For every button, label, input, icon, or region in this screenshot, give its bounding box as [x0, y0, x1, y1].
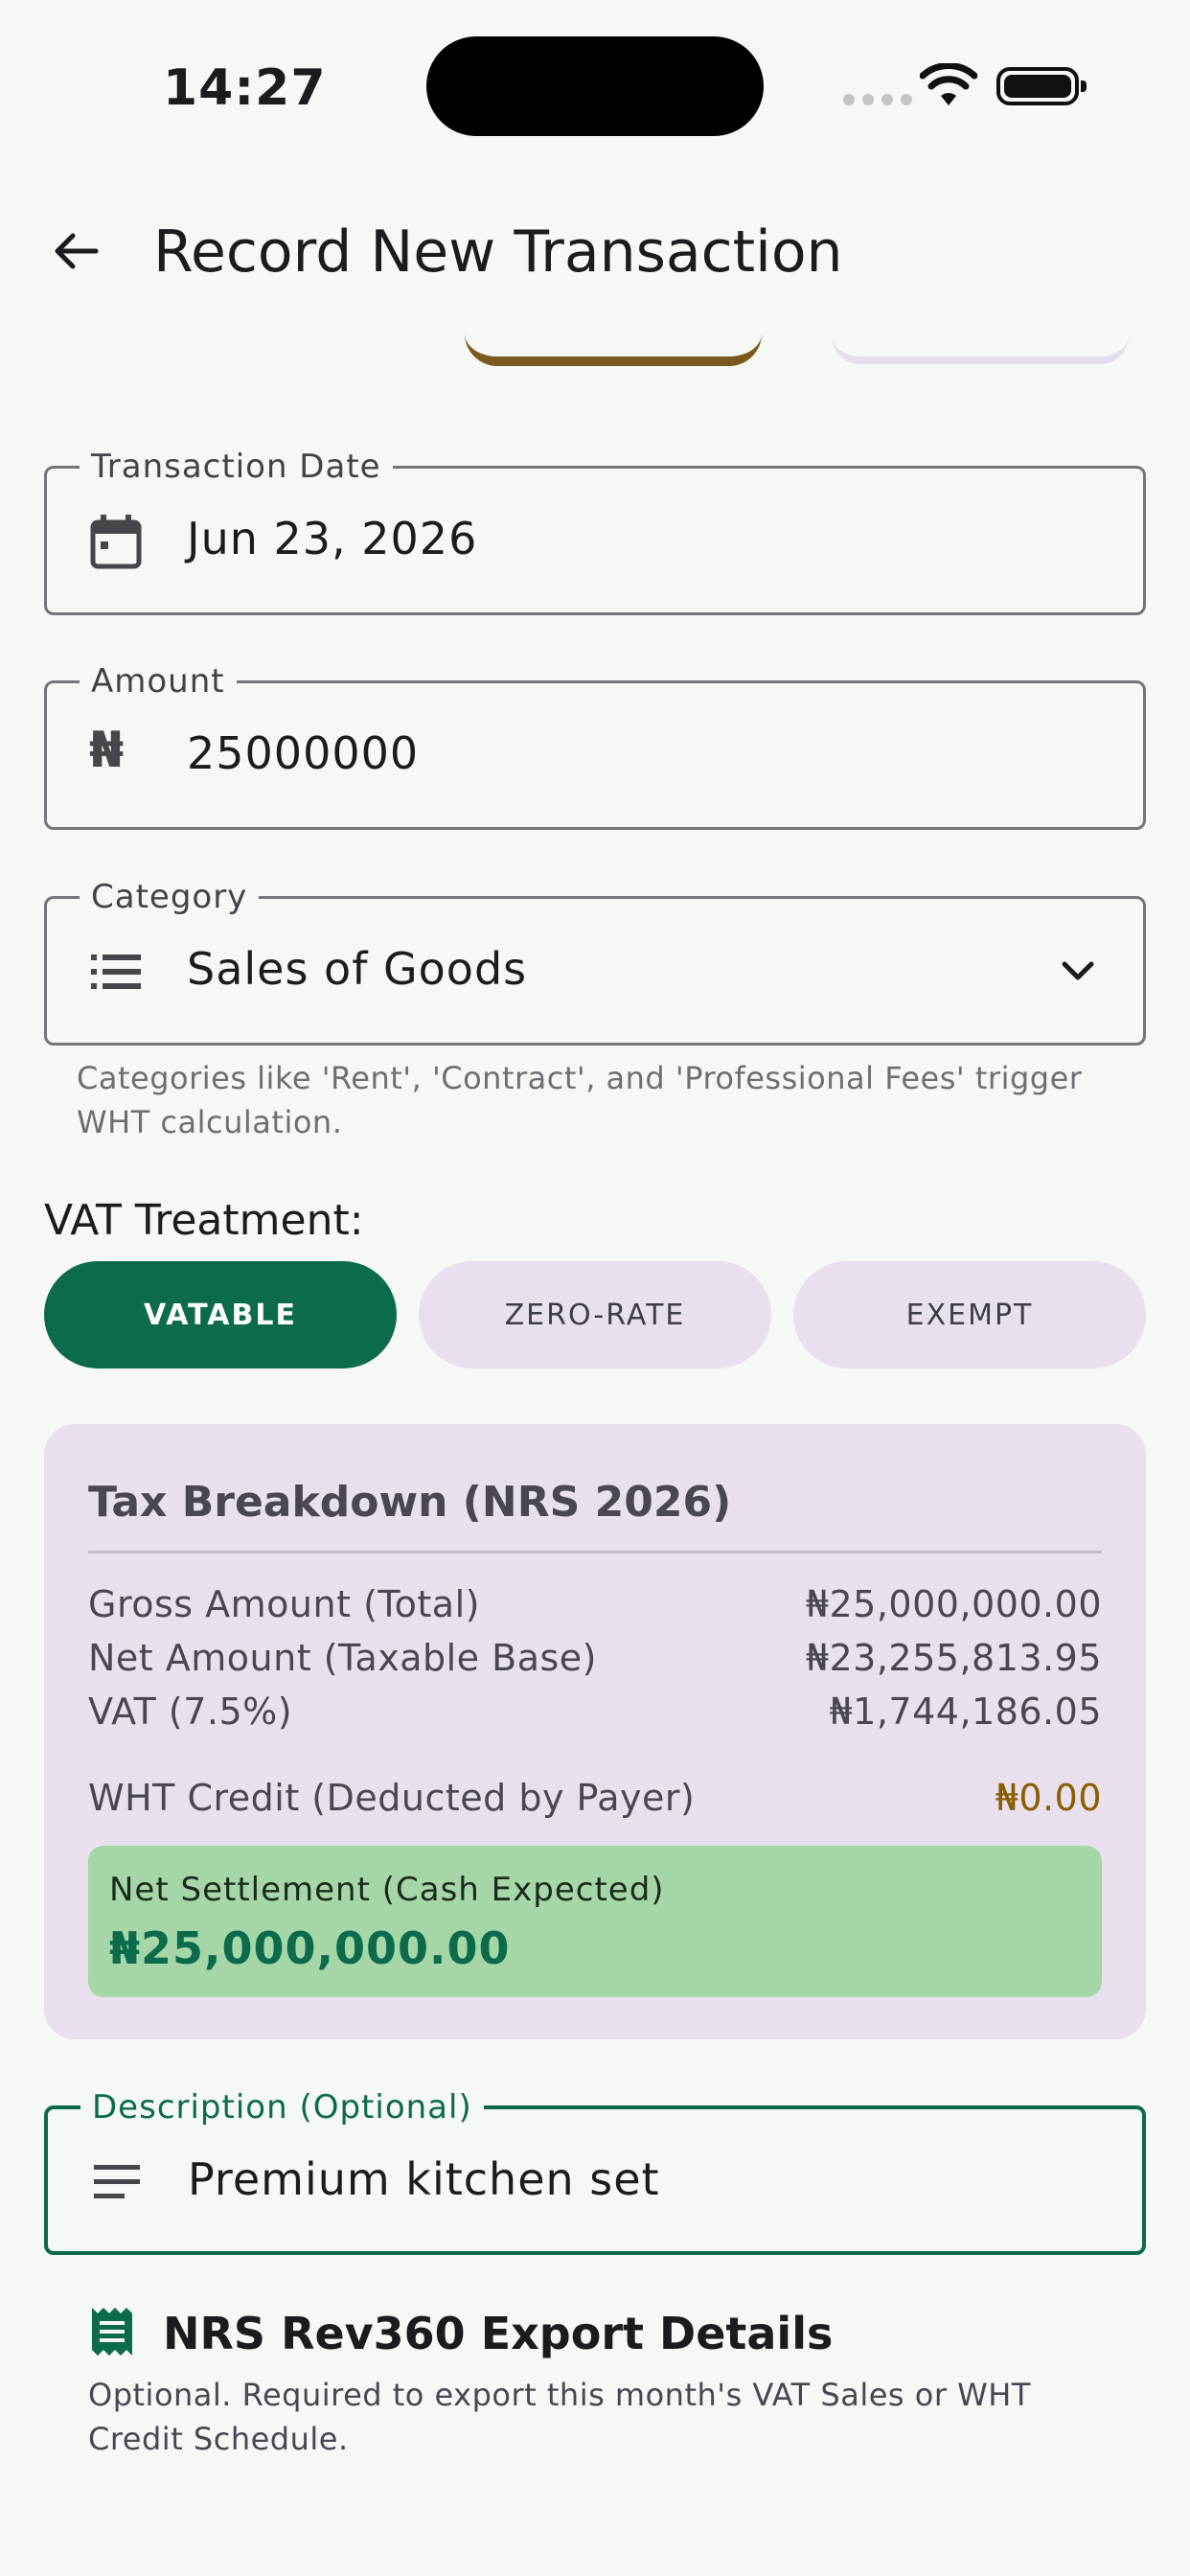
category-helper-text: Categories like 'Rent', 'Contract', and … [77, 1060, 1083, 1140]
tax-row-net: Net Amount (Taxable Base) ₦23,255,813.95 [88, 1637, 1102, 1679]
amount-label: Amount [80, 662, 237, 701]
list-icon [91, 954, 141, 989]
scrolled-toggle-peek [832, 335, 1129, 364]
tax-row-vat: VAT (7.5%) ₦1,744,186.05 [88, 1690, 1102, 1733]
tax-row-amount: ₦23,255,813.95 [805, 1637, 1102, 1679]
tax-row-amount: ₦1,744,186.05 [829, 1690, 1102, 1733]
tax-row-amount: ₦25,000,000.00 [805, 1583, 1102, 1625]
tax-row-label: WHT Credit (Deducted by Payer) [88, 1777, 696, 1819]
page-title: Record New Transaction [153, 218, 843, 286]
transaction-date-value: Jun 23, 2026 [187, 513, 478, 564]
vat-option-vatable[interactable]: VATABLE [44, 1261, 397, 1368]
naira-icon: ₦ [89, 722, 125, 779]
chevron-down-icon[interactable] [1051, 945, 1105, 999]
transaction-date-label: Transaction Date [80, 448, 393, 486]
notes-icon [94, 2165, 140, 2198]
wifi-icon [920, 63, 977, 105]
tax-row-label: Net Amount (Taxable Base) [88, 1637, 597, 1679]
battery-icon [996, 67, 1087, 105]
tax-breakdown-title: Tax Breakdown (NRS 2026) [88, 1478, 732, 1527]
tax-row-amount: ₦0.00 [995, 1777, 1102, 1819]
net-settlement-amount: ₦25,000,000.00 [109, 1922, 511, 1974]
vat-option-exempt[interactable]: EXEMPT [793, 1261, 1146, 1368]
rev360-subtitle: Optional. Required to export this month'… [88, 2377, 1031, 2457]
app-bar: Record New Transaction [0, 192, 1190, 316]
calendar-icon [90, 515, 142, 569]
status-bar: 14:27 [0, 0, 1190, 172]
dynamic-island [426, 36, 764, 136]
status-time: 14:27 [163, 59, 327, 117]
divider [88, 1551, 1102, 1553]
vat-treatment-label: VAT Treatment: [44, 1196, 364, 1245]
description-field[interactable]: Description (Optional) Premium kitchen s… [44, 2088, 1146, 2255]
scrolled-toggle-peek [465, 334, 762, 366]
net-settlement-box: Net Settlement (Cash Expected) ₦25,000,0… [88, 1846, 1102, 1997]
tax-row-wht: WHT Credit (Deducted by Payer) ₦0.00 [88, 1777, 1102, 1819]
back-arrow-icon[interactable] [46, 220, 107, 282]
description-label: Description (Optional) [80, 2088, 484, 2127]
tax-row-label: Gross Amount (Total) [88, 1583, 480, 1625]
tax-row-gross: Gross Amount (Total) ₦25,000,000.00 [88, 1583, 1102, 1625]
receipt-icon [92, 2308, 132, 2356]
amount-input[interactable]: 25000000 [187, 727, 419, 779]
description-input[interactable]: Premium kitchen set [188, 2153, 660, 2205]
net-settlement-label: Net Settlement (Cash Expected) [109, 1871, 665, 1909]
category-label: Category [80, 878, 260, 916]
transaction-date-field[interactable]: Transaction Date Jun 23, 2026 [44, 448, 1146, 615]
category-dropdown[interactable]: Category Sales of Goods [44, 878, 1146, 1046]
tax-breakdown-card: Tax Breakdown (NRS 2026) Gross Amount (T… [44, 1424, 1146, 2039]
tax-row-label: VAT (7.5%) [88, 1690, 293, 1733]
vat-option-zero-rate[interactable]: ZERO-RATE [419, 1261, 771, 1368]
category-value: Sales of Goods [187, 943, 528, 995]
amount-field[interactable]: Amount ₦ 25000000 [44, 662, 1146, 830]
cellular-signal-icon [843, 94, 912, 105]
rev360-title: NRS Rev360 Export Details [163, 2308, 834, 2359]
